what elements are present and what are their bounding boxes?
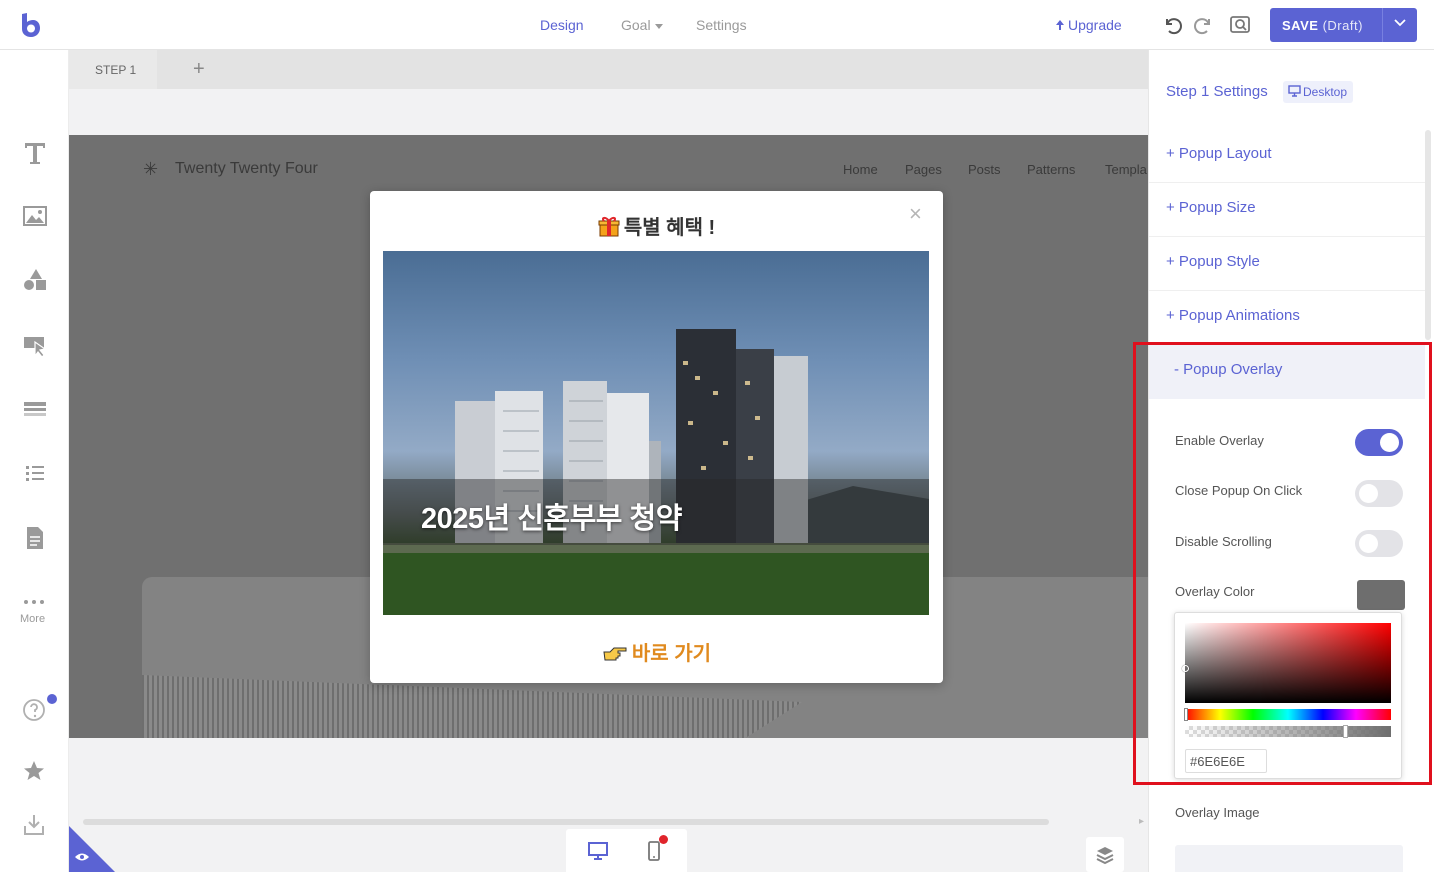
hue-handle[interactable] (1184, 708, 1188, 721)
tab-settings[interactable]: Settings (696, 17, 747, 33)
list-icon[interactable] (22, 460, 48, 486)
arrow-up-icon (1056, 20, 1064, 30)
save-options-dropdown[interactable] (1382, 8, 1417, 42)
preview-icon[interactable] (1229, 14, 1251, 36)
popup-cta-link[interactable]: 바로 가기 (370, 637, 943, 666)
hex-color-input[interactable] (1185, 749, 1267, 773)
enable-overlay-label: Enable Overlay (1175, 433, 1264, 448)
color-picker (1174, 612, 1402, 779)
horizontal-scrollbar[interactable] (83, 819, 1049, 825)
device-switcher (566, 829, 687, 872)
apartment-image[interactable]: 2025년 신혼부부 청약 (383, 251, 929, 615)
shapes-icon[interactable] (22, 267, 48, 293)
tab-design[interactable]: Design (540, 17, 584, 33)
tools-sidebar: More (0, 50, 69, 872)
site-logo-icon: ✳ (143, 159, 159, 179)
saturation-handle[interactable] (1182, 665, 1189, 672)
scroll-right-icon[interactable]: ▸ (1139, 816, 1144, 827)
popup-title-text: 특별 혜택 ! (623, 217, 716, 239)
step-tab-1[interactable]: STEP 1 (69, 50, 157, 89)
panel-scrollbar[interactable] (1425, 130, 1431, 340)
toggle-knob (1359, 534, 1378, 553)
download-icon[interactable] (22, 812, 48, 838)
visibility-toggle[interactable] (69, 826, 115, 872)
tab-goal-label: Goal (621, 17, 651, 33)
notification-dot (47, 694, 57, 704)
document-icon[interactable] (22, 525, 48, 551)
site-nav-home: Home (843, 162, 878, 177)
text-icon[interactable] (22, 140, 48, 166)
apartment-buildings-illustration (383, 329, 929, 615)
close-on-click-toggle[interactable] (1355, 480, 1403, 507)
popup-modal[interactable]: × 특별 혜택 ! 2025년 신혼부부 청약 바로 가기 (370, 191, 943, 683)
site-title: Twenty Twenty Four (175, 160, 318, 177)
close-on-click-label: Close Popup On Click (1175, 483, 1303, 498)
hue-slider[interactable] (1185, 709, 1391, 720)
site-nav-posts: Posts (968, 162, 1001, 177)
button-icon[interactable] (22, 332, 48, 358)
mobile-notification-dot (659, 835, 668, 844)
star-icon[interactable] (22, 759, 48, 785)
brand-logo-icon[interactable] (18, 12, 42, 38)
save-label: SAVE (1282, 18, 1319, 33)
image-caption: 2025년 신혼부부 청약 (421, 503, 682, 535)
panel-title: Step 1 Settings (1166, 83, 1268, 100)
form-icon[interactable] (22, 396, 48, 422)
add-step-button[interactable]: + (193, 58, 205, 81)
undo-icon[interactable] (1161, 14, 1183, 36)
pointing-hand-icon (603, 647, 627, 661)
alpha-handle[interactable] (1343, 725, 1348, 738)
site-nav-patterns: Patterns (1027, 162, 1076, 177)
desktop-icon (1288, 85, 1301, 97)
disable-scrolling-toggle[interactable] (1355, 530, 1403, 557)
chevron-down-icon (1394, 19, 1406, 27)
eye-icon (75, 853, 89, 861)
chevron-down-icon (654, 23, 663, 29)
toggle-knob (1359, 484, 1378, 503)
device-badge[interactable]: Desktop (1283, 81, 1354, 103)
site-nav-pages: Pages (905, 162, 942, 177)
overlay-image-label: Overlay Image (1175, 805, 1260, 820)
alpha-slider[interactable] (1185, 726, 1391, 737)
top-bar: Design Goal Settings Upgrade SAVE (Draft… (0, 0, 1434, 50)
tab-goal[interactable]: Goal (621, 17, 663, 33)
enable-overlay-toggle[interactable] (1355, 429, 1403, 456)
layers-icon (1096, 847, 1114, 865)
popup-cta-label: 바로 가기 (631, 643, 712, 665)
section-popup-overlay[interactable]: - Popup Overlay (1149, 345, 1425, 399)
layers-button[interactable] (1086, 837, 1124, 872)
popup-title[interactable]: 특별 혜택 ! (370, 211, 943, 240)
section-popup-layout[interactable]: + Popup Layout (1149, 129, 1425, 183)
save-button-label: SAVE (Draft) (1282, 18, 1363, 33)
toggle-knob (1380, 433, 1399, 452)
desktop-icon[interactable] (587, 840, 609, 862)
saturation-value-area[interactable] (1185, 623, 1391, 703)
section-popup-size[interactable]: + Popup Size (1149, 183, 1425, 237)
overlay-color-swatch[interactable] (1357, 580, 1405, 610)
save-status: (Draft) (1322, 18, 1363, 33)
upgrade-label: Upgrade (1068, 17, 1122, 33)
site-nav-templates: Templa (1105, 162, 1147, 177)
help-icon[interactable] (22, 697, 48, 723)
gift-icon (598, 217, 620, 237)
disable-scrolling-label: Disable Scrolling (1175, 534, 1272, 549)
hero-stripes (142, 675, 802, 738)
overlay-color-label: Overlay Color (1175, 584, 1255, 599)
section-popup-style[interactable]: + Popup Style (1149, 237, 1425, 291)
steps-bar: STEP 1 + (69, 50, 1148, 89)
section-popup-animations[interactable]: + Popup Animations (1149, 291, 1425, 345)
overlay-image-upload[interactable] (1175, 845, 1403, 872)
upgrade-link[interactable]: Upgrade (1055, 17, 1122, 33)
save-button[interactable]: SAVE (Draft) (1270, 8, 1417, 42)
device-badge-label: Desktop (1303, 85, 1348, 99)
redo-icon[interactable] (1193, 14, 1215, 36)
more-label[interactable]: More (20, 613, 45, 625)
image-icon[interactable] (22, 203, 48, 229)
